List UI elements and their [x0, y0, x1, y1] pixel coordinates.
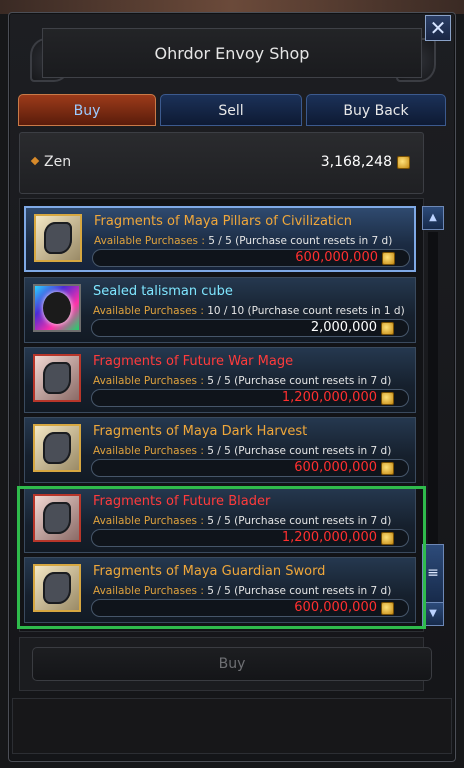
item-name: Fragments of Maya Dark Harvest — [93, 424, 308, 439]
zen-coin-icon — [381, 532, 394, 545]
zen-value: 3,168,248 — [320, 154, 392, 170]
item-name: Fragments of Future Blader — [93, 494, 271, 509]
available-purchases-value: 10 / 10 — [207, 305, 245, 317]
item-price: 600,000,000 — [294, 600, 377, 615]
available-purchases-label: Available Purchases : — [93, 585, 208, 597]
shop-item-row[interactable]: Fragments of Maya Dark Harvest Available … — [24, 417, 416, 483]
reset-info: (Purchase count resets in 1 d) — [247, 305, 405, 317]
item-name: Fragments of Maya Pillars of Civilizatic… — [94, 214, 353, 229]
item-art — [44, 222, 72, 254]
available-purchases-label: Available Purchases : — [93, 515, 208, 527]
reset-info: (Purchase count resets in 7 d) — [234, 375, 392, 387]
zen-label: Zen — [44, 154, 72, 170]
available-purchases-label: Available Purchases : — [93, 305, 208, 317]
grip-icon: ≡ — [427, 565, 439, 581]
tab-buy[interactable]: Buy — [18, 94, 156, 126]
purchase-limit-text: Available Purchases : 5 / 5 (Purchase co… — [94, 235, 392, 247]
available-purchases-label: Available Purchases : — [94, 235, 209, 247]
reset-info: (Purchase count resets in 7 d) — [234, 445, 392, 457]
item-art — [43, 362, 71, 394]
shop-item-row[interactable]: Sealed talisman cube Available Purchases … — [24, 277, 416, 343]
purchase-limit-text: Available Purchases : 5 / 5 (Purchase co… — [93, 585, 391, 597]
item-name: Fragments of Maya Guardian Sword — [93, 564, 326, 579]
item-art — [43, 572, 71, 604]
scroll-thumb[interactable]: ≡ — [422, 544, 444, 604]
item-price: 2,000,000 — [310, 320, 377, 335]
buy-button[interactable]: Buy — [32, 647, 432, 681]
item-price: 600,000,000 — [294, 460, 377, 475]
available-purchases-value: 5 / 5 — [207, 445, 231, 457]
zen-coin-icon — [381, 392, 394, 405]
chevron-up-icon: ▲ — [429, 212, 437, 223]
reset-info: (Purchase count resets in 7 d) — [234, 515, 392, 527]
close-icon: ✕ — [429, 16, 447, 40]
reset-info: (Purchase count resets in 7 d) — [234, 585, 392, 597]
item-name: Sealed talisman cube — [93, 284, 233, 299]
future-fragment-icon[interactable] — [33, 494, 81, 542]
available-purchases-value: 5 / 5 — [208, 235, 232, 247]
talisman-cube-icon[interactable] — [33, 284, 81, 332]
purchase-limit-text: Available Purchases : 5 / 5 (Purchase co… — [93, 445, 391, 457]
shop-item-row[interactable]: Fragments of Maya Pillars of Civilizatic… — [24, 206, 416, 272]
purchase-limit-text: Available Purchases : 5 / 5 (Purchase co… — [93, 515, 391, 527]
item-price: 1,200,000,000 — [281, 530, 377, 545]
available-purchases-value: 5 / 5 — [207, 375, 231, 387]
maya-fragment-icon[interactable] — [33, 424, 81, 472]
zen-coin-icon — [381, 462, 394, 475]
item-art — [43, 432, 71, 464]
scroll-down-button[interactable]: ▼ — [422, 602, 444, 626]
available-purchases-value: 5 / 5 — [207, 515, 231, 527]
zen-coin-icon — [382, 252, 395, 265]
maya-fragment-icon[interactable] — [34, 214, 82, 262]
tab-buy-back[interactable]: Buy Back — [306, 94, 446, 126]
scroll-up-button[interactable]: ▲ — [422, 206, 444, 230]
zen-coin-icon — [381, 322, 394, 335]
game-screen: Ohrdor Envoy Shop ✕ Buy Sell Buy Back Ze… — [0, 0, 464, 768]
close-button[interactable]: ✕ — [425, 15, 451, 41]
list-scrollbar[interactable]: ▲ ≡ ▼ — [422, 206, 444, 626]
maya-fragment-icon[interactable] — [33, 564, 81, 612]
item-art — [43, 502, 71, 534]
bottom-panel — [12, 698, 452, 754]
item-art — [43, 292, 71, 324]
available-purchases-label: Available Purchases : — [93, 375, 208, 387]
zen-coin-icon — [397, 156, 410, 169]
purchase-limit-text: Available Purchases : 10 / 10 (Purchase … — [93, 305, 405, 317]
shop-item-row[interactable]: Fragments of Maya Guardian Sword Availabl… — [24, 557, 416, 623]
available-purchases-value: 5 / 5 — [207, 585, 231, 597]
purchase-limit-text: Available Purchases : 5 / 5 (Purchase co… — [93, 375, 391, 387]
available-purchases-label: Available Purchases : — [93, 445, 208, 457]
item-price: 1,200,000,000 — [281, 390, 377, 405]
zen-coin-icon — [381, 602, 394, 615]
shop-item-row[interactable]: Fragments of Future Blader Available Purc… — [24, 487, 416, 553]
chevron-down-icon: ▼ — [429, 608, 437, 619]
item-name: Fragments of Future War Mage — [93, 354, 294, 369]
shop-item-row[interactable]: Fragments of Future War Mage Available Pu… — [24, 347, 416, 413]
reset-info: (Purchase count resets in 7 d) — [235, 235, 393, 247]
tab-sell[interactable]: Sell — [160, 94, 302, 126]
window-title: Ohrdor Envoy Shop — [154, 44, 310, 63]
item-price: 600,000,000 — [295, 250, 378, 265]
future-fragment-icon[interactable] — [33, 354, 81, 402]
